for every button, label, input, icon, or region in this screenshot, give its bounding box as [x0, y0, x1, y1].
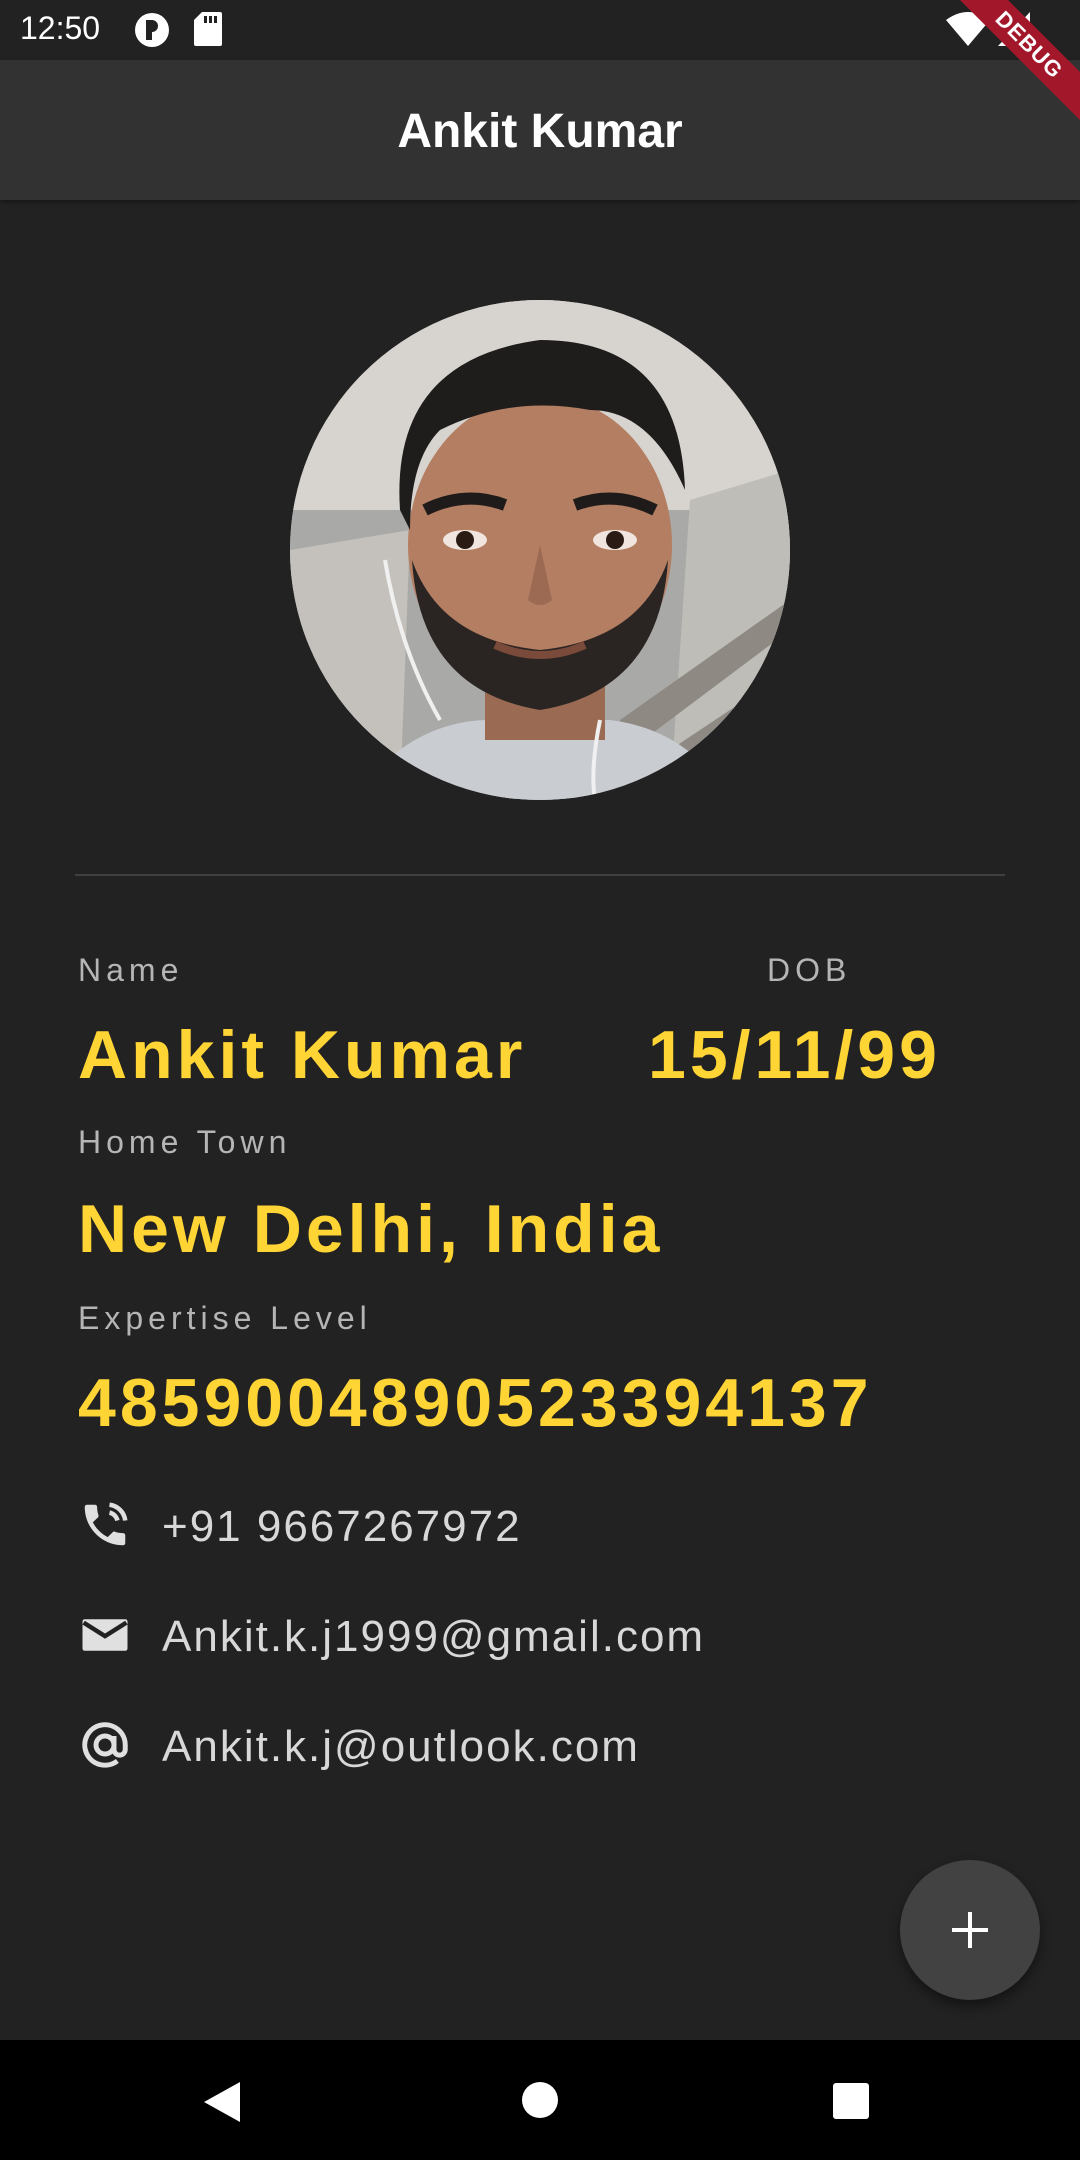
- divider: [75, 874, 1005, 876]
- expertise-label: Expertise Level: [78, 1300, 372, 1336]
- hometown-value: New Delhi, India: [78, 1191, 664, 1267]
- dob-label: DOB: [767, 952, 852, 988]
- name-value: Ankit Kumar: [78, 1017, 527, 1093]
- dob-value: 15/11/99: [648, 1017, 941, 1093]
- name-label: Name: [78, 952, 184, 988]
- add-button[interactable]: [900, 1860, 1040, 2000]
- status-bar: 12:50: [0, 0, 1080, 60]
- signal-icon: [998, 12, 1030, 51]
- phone-icon: [78, 1498, 132, 1552]
- back-icon[interactable]: [200, 2080, 244, 2124]
- app-notification-icon: [134, 12, 170, 53]
- wifi-icon: [946, 12, 990, 51]
- status-time: 12:50: [20, 10, 101, 46]
- plus-icon: [952, 1912, 988, 1948]
- page-title: Ankit Kumar: [397, 105, 683, 158]
- hometown-label: Home Town: [78, 1124, 292, 1160]
- recents-icon[interactable]: [832, 2082, 870, 2120]
- expertise-value: 4859004890523394137: [78, 1365, 873, 1441]
- sd-card-icon: [194, 12, 222, 51]
- phone-number: +91 9667267972: [162, 1502, 522, 1551]
- app-bar: Ankit Kumar: [0, 60, 1080, 200]
- avatar: [290, 300, 790, 800]
- navigation-bar: [0, 2040, 1080, 2160]
- at-sign-icon: [78, 1718, 132, 1772]
- home-icon[interactable]: [520, 2080, 560, 2120]
- mail-icon: [78, 1608, 132, 1662]
- email-gmail: Ankit.k.j1999@gmail.com: [162, 1612, 706, 1661]
- email-outlook: Ankit.k.j@outlook.com: [162, 1722, 640, 1771]
